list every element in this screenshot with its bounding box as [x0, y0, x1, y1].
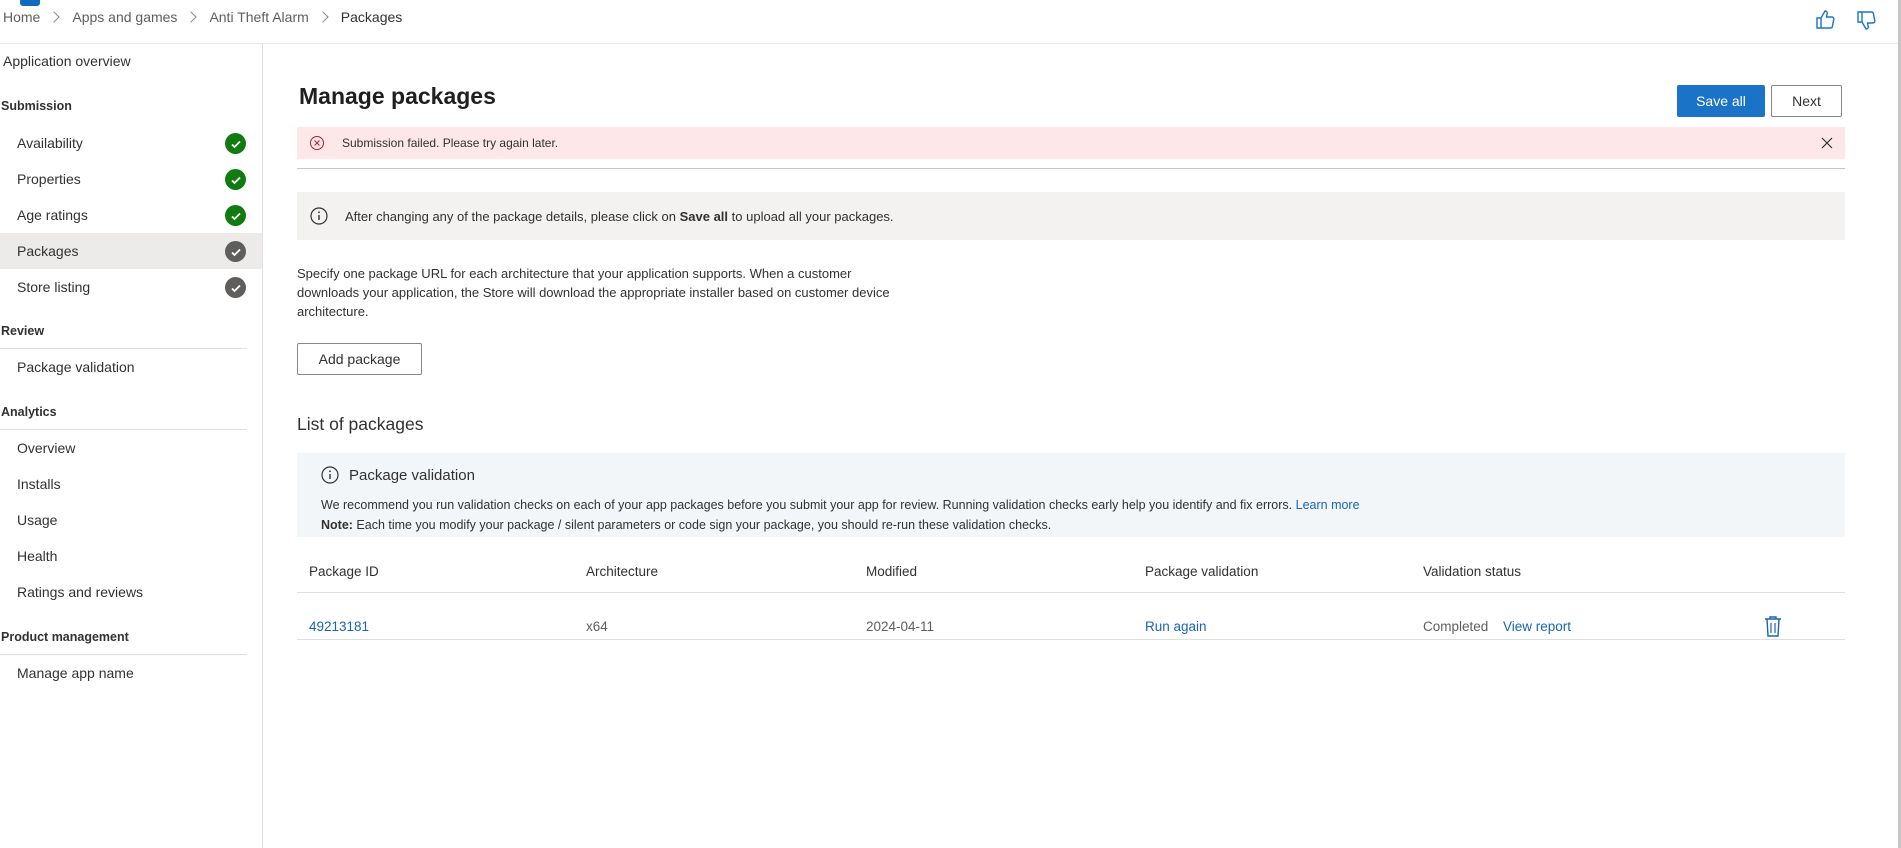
package-validation-box: Package validation We recommend you run …	[297, 453, 1845, 537]
divider	[297, 592, 1845, 593]
info-message-bar: After changing any of the package detail…	[297, 192, 1845, 240]
run-again-link[interactable]: Run again	[1145, 619, 1207, 634]
sidebar-item-label: Health	[17, 548, 58, 564]
sidebar-item-usage[interactable]: Usage	[0, 502, 262, 538]
save-all-button[interactable]: Save all	[1677, 85, 1765, 117]
breadcrumb: Home Apps and games Anti Theft Alarm Pac…	[3, 9, 402, 25]
sidebar-item-availability[interactable]: Availability	[0, 125, 262, 161]
sidebar-item-label: Overview	[17, 440, 76, 456]
thumbs-down-icon[interactable]	[1854, 8, 1878, 32]
close-icon[interactable]	[1817, 133, 1837, 153]
validation-status-cell: Completed	[1423, 619, 1489, 634]
validation-recommendation-text: We recommend you run validation checks o…	[321, 498, 1293, 512]
sidebar-item-label: Properties	[17, 171, 81, 187]
sidebar-section-review: Review	[1, 324, 45, 338]
main-content: Manage packages Save all Next Submission…	[264, 44, 1901, 848]
chevron-right-icon	[317, 11, 329, 23]
breadcrumb-apps-and-games[interactable]: Apps and games	[72, 9, 177, 25]
info-text-part: to upload all your packages.	[728, 208, 894, 224]
architecture-cell: x64	[586, 619, 608, 634]
sidebar-item-age-ratings[interactable]: Age ratings	[0, 197, 262, 233]
sidebar-item-overview[interactable]: Overview	[0, 430, 262, 466]
sidebar-item-installs[interactable]: Installs	[0, 466, 262, 502]
breadcrumb-current: Packages	[340, 9, 403, 25]
sidebar-item-package-validation[interactable]: Package validation	[0, 349, 262, 385]
sidebar-item-health[interactable]: Health	[0, 538, 262, 574]
sidebar-item-label: Store listing	[17, 279, 91, 295]
app-logo-icon	[20, 0, 40, 6]
sidebar-item-label: Availability	[17, 135, 83, 151]
chevron-right-icon	[48, 11, 61, 23]
validation-note: Note: Each time you modify your package …	[321, 518, 1051, 532]
page-title: Manage packages	[299, 83, 496, 109]
error-message-text: Submission failed. Please try again late…	[342, 136, 559, 150]
sidebar-item-label: Ratings and reviews	[17, 584, 144, 600]
sidebar-section-analytics: Analytics	[1, 405, 57, 419]
next-button[interactable]: Next	[1771, 85, 1842, 117]
sidebar-item-label: Packages	[17, 243, 79, 259]
modified-cell: 2024-04-11	[866, 619, 935, 634]
sidebar-item-label: Age ratings	[17, 207, 88, 223]
error-circle-icon	[310, 136, 324, 150]
top-bar: Home Apps and games Anti Theft Alarm Pac…	[0, 0, 1901, 44]
sidebar-item-packages[interactable]: Packages	[0, 233, 262, 269]
list-of-packages-heading: List of packages	[297, 414, 424, 434]
packages-description: Specify one package URL for each archite…	[297, 266, 890, 319]
sidebar-item-label: Usage	[17, 512, 58, 528]
package-id-link[interactable]: 49213181	[309, 619, 369, 634]
package-validation-title: Package validation	[349, 467, 475, 484]
view-report-link[interactable]: View report	[1503, 619, 1571, 634]
checkmark-icon	[225, 169, 246, 190]
column-header-modified: Modified	[866, 564, 918, 579]
sidebar-item-label: Package validation	[17, 359, 135, 375]
note-label: Note:	[321, 518, 353, 532]
column-header-package-id: Package ID	[309, 564, 379, 579]
info-text-bold: Save all	[679, 208, 729, 224]
breadcrumb-home[interactable]: Home	[3, 9, 40, 25]
info-icon	[310, 207, 328, 225]
column-header-validation-status: Validation status	[1423, 564, 1522, 579]
learn-more-link[interactable]: Learn more	[1296, 498, 1360, 512]
note-text: Each time you modify your package / sile…	[352, 518, 1052, 532]
sidebar: Application overview Submission Availabi…	[0, 44, 263, 848]
validation-recommendation: We recommend you run validation checks o…	[321, 498, 1360, 512]
chevron-right-icon	[185, 11, 198, 23]
sidebar-item-properties[interactable]: Properties	[0, 161, 262, 197]
sidebar-section-product-management: Product management	[1, 630, 129, 644]
checkmark-icon	[225, 133, 246, 154]
checkmark-icon	[225, 241, 246, 262]
info-text-part: After changing any of the package detail…	[345, 208, 680, 224]
thumbs-up-icon[interactable]	[1813, 8, 1837, 32]
info-icon	[321, 466, 339, 484]
error-message-bar: Submission failed. Please try again late…	[297, 127, 1845, 159]
divider	[297, 639, 1845, 640]
column-header-architecture: Architecture	[586, 564, 659, 579]
column-header-package-validation: Package validation	[1145, 564, 1259, 579]
add-package-button[interactable]: Add package	[297, 343, 422, 375]
checkmark-icon	[225, 277, 246, 298]
delete-icon[interactable]	[1762, 614, 1784, 638]
sidebar-item-label: Installs	[17, 476, 61, 492]
info-message-text: After changing any of the package detail…	[345, 209, 894, 224]
divider	[297, 168, 1845, 169]
sidebar-item-label: Manage app name	[17, 665, 134, 681]
sidebar-section-submission: Submission	[1, 99, 72, 113]
sidebar-item-ratings-and-reviews[interactable]: Ratings and reviews	[0, 574, 262, 610]
breadcrumb-app[interactable]: Anti Theft Alarm	[209, 9, 308, 25]
sidebar-item-manage-app-name[interactable]: Manage app name	[0, 655, 262, 691]
sidebar-item-store-listing[interactable]: Store listing	[0, 269, 262, 305]
checkmark-icon	[225, 205, 246, 226]
sidebar-item-application-overview[interactable]: Application overview	[3, 53, 131, 69]
